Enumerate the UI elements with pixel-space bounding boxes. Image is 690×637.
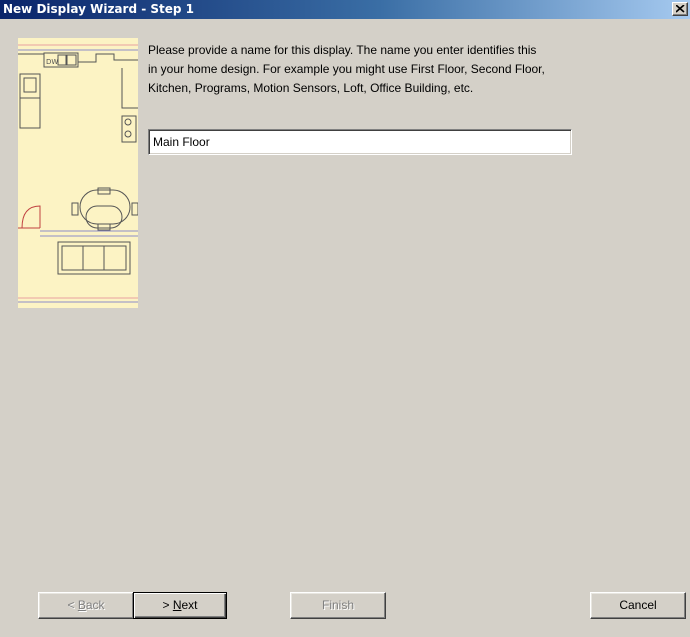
instructions-text: Please provide a name for this display. … bbox=[148, 43, 545, 95]
dw-label: DW bbox=[46, 58, 58, 66]
close-icon bbox=[676, 5, 685, 13]
next-button[interactable]: > Next bbox=[133, 592, 227, 619]
back-button[interactable]: < Back bbox=[38, 592, 134, 619]
display-name-input[interactable] bbox=[148, 129, 572, 155]
close-button[interactable] bbox=[672, 2, 688, 16]
window-title: New Display Wizard - Step 1 bbox=[3, 2, 195, 16]
floorplan-illustration: DW bbox=[18, 38, 138, 308]
cancel-button[interactable]: Cancel bbox=[590, 592, 686, 619]
finish-button[interactable]: Finish bbox=[290, 592, 386, 619]
title-bar: New Display Wizard - Step 1 bbox=[0, 0, 690, 19]
